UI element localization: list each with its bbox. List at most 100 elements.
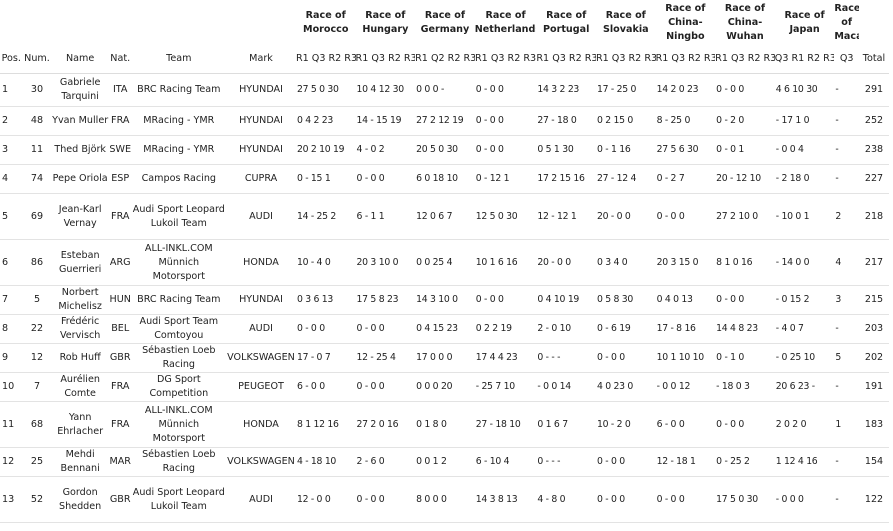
cell-race-result: - [834, 73, 860, 107]
cell-race-result: 0 - 0 0 [474, 73, 537, 107]
cell-race-result: 0 0 1 2 [415, 447, 475, 477]
cell-name: Rob Huff [51, 343, 109, 373]
cell-team: Campos Racing [131, 164, 227, 194]
cell-race-result: 10 - 4 0 [295, 239, 356, 286]
cell-mark: HYUNDAI [226, 285, 296, 315]
cell-num: 52 [22, 476, 52, 523]
cell-total: 238 [859, 135, 889, 165]
cell-total: 203 [859, 314, 889, 344]
cell-num: 86 [22, 239, 52, 286]
cell-race-result: - [834, 447, 860, 477]
cell-race-result: 0 - 0 1 [715, 135, 775, 165]
cell-nat: FRA [108, 372, 132, 402]
cell-team: Sébastien Loeb Racing [131, 447, 227, 477]
sub-header: R1 Q3 R2 R3 [715, 45, 775, 74]
cell-race-result: 6 - 10 4 [474, 447, 537, 477]
cell-race-result: 0 4 10 19 [536, 285, 596, 315]
cell-race-result: 0 0 25 4 [415, 239, 475, 286]
cell-race-result: 2 0 2 0 [774, 401, 835, 448]
cell-race-result: - 10 0 1 [774, 193, 835, 240]
cell-race-result: 2 [834, 193, 860, 240]
cell-name: Mehdi Bennani [51, 447, 109, 477]
cell-race-result: - [834, 135, 860, 165]
cell-race-result: 0 - - - [536, 343, 596, 373]
sub-header: R1 Q3 R2 R3 [595, 45, 656, 74]
cell-race-result: - 0 0 14 [536, 372, 596, 402]
cell-race-result: 8 0 0 0 [415, 476, 475, 523]
cell-race-result: 27 2 10 0 [715, 193, 775, 240]
table-row: 11 68 Yann Ehrlacher FRA ALL-INKL.COM Münnic… [0, 401, 889, 448]
col-header-total: Total [859, 45, 889, 74]
cell-race-result: 10 1 10 10 [655, 343, 716, 373]
cell-name: Yvan Muller [51, 106, 109, 136]
cell-race-result: - 0 0 0 [774, 476, 835, 523]
sub-header: Q3 [834, 45, 860, 74]
race-header: Race of Portugal [542, 9, 590, 35]
cell-race-result: 3 [834, 285, 860, 315]
cell-name: Thed Björk [51, 135, 109, 165]
cell-race-result: 0 - 0 0 [595, 343, 656, 373]
standings-body: 1 30 Gabriele Tarquini ITA BRC Racing Team HY… [0, 73, 889, 523]
cell-race-result: - 14 0 0 [774, 239, 835, 286]
cell-race-result: 20 3 15 0 [655, 239, 716, 286]
cell-mark: PEUGEOT [226, 372, 296, 402]
cell-nat: MAR [108, 447, 132, 477]
cell-race-result: 17 5 0 30 [715, 476, 775, 523]
cell-race-result: 12 0 6 7 [415, 193, 475, 240]
cell-race-result: 8 - 25 0 [655, 106, 716, 136]
cell-name: Norbert Michelisz [51, 285, 109, 315]
cell-race-result: 6 - 0 0 [295, 372, 356, 402]
sub-header: R1 Q2 R2 R3 [415, 45, 475, 74]
cell-num: 69 [22, 193, 52, 240]
cell-race-result: 27 2 12 19 [415, 106, 475, 136]
cell-race-result: 20 5 0 30 [415, 135, 475, 165]
cell-race-result: - 18 0 3 [715, 372, 775, 402]
cell-race-result: 0 - 0 0 [295, 314, 356, 344]
cell-race-result: 20 - 0 0 [536, 239, 596, 286]
cell-race-result: 6 - 1 1 [355, 193, 416, 240]
cell-mark: AUDI [226, 193, 296, 240]
cell-team: MRacing - YMR [131, 106, 227, 136]
cell-race-result: 1 [834, 401, 860, 448]
header-row-columns: Pos. Num. Name Nat. Team Mark R1 Q3 R2 R… [0, 45, 889, 74]
cell-mark: HONDA [226, 401, 296, 448]
sub-header: Q3 R1 R2 R3 [774, 45, 835, 74]
cell-race-result: 17 - 0 7 [295, 343, 356, 373]
table-row: 1 30 Gabriele Tarquini ITA BRC Racing Team HY… [0, 73, 889, 107]
cell-race-result: 20 6 23 - [774, 372, 835, 402]
table-row: 13 52 Gordon Shedden GBR Audi Sport Leopard … [0, 476, 889, 523]
cell-total: 215 [859, 285, 889, 315]
cell-race-result: 0 0 0 20 [415, 372, 475, 402]
cell-race-result: 0 - 2 0 [715, 106, 775, 136]
cell-race-result: 27 5 6 30 [655, 135, 716, 165]
cell-total: 291 [859, 73, 889, 107]
table-row: 12 25 Mehdi Bennani MAR Sébastien Loeb Racin… [0, 447, 889, 477]
cell-race-result: 12 - 18 1 [655, 447, 716, 477]
cell-num: 74 [22, 164, 52, 194]
cell-race-result: 2 - 0 10 [536, 314, 596, 344]
cell-race-result: - 2 18 0 [774, 164, 835, 194]
cell-nat: BEL [108, 314, 132, 344]
cell-race-result: - [834, 372, 860, 402]
cell-total: 191 [859, 372, 889, 402]
cell-name: Jean-Karl Vernay [51, 193, 109, 240]
cell-num: 30 [22, 73, 52, 107]
race-header: Race of Macau [834, 2, 860, 42]
cell-race-result: 0 - 1 16 [595, 135, 656, 165]
cell-race-result: 0 - 0 0 [474, 285, 537, 315]
cell-race-result: 0 - 1 0 [715, 343, 775, 373]
cell-nat: FRA [108, 193, 132, 240]
cell-race-result: 1 12 4 16 [774, 447, 835, 477]
cell-race-result: 20 3 10 0 [355, 239, 416, 286]
cell-race-result: 0 2 15 0 [595, 106, 656, 136]
cell-name: Esteban Guerrieri [51, 239, 109, 286]
cell-race-result: 0 - 0 0 [715, 73, 775, 107]
cell-race-result: 4 - 0 2 [355, 135, 416, 165]
cell-race-result: 0 3 4 0 [595, 239, 656, 286]
cell-race-result: 0 - 0 0 [715, 401, 775, 448]
cell-race-result: - 25 7 10 [474, 372, 537, 402]
cell-num: 12 [22, 343, 52, 373]
cell-team: Sébastien Loeb Racing [131, 343, 227, 373]
col-header-pos: Pos. [0, 45, 23, 74]
cell-race-result: 0 5 1 30 [536, 135, 596, 165]
